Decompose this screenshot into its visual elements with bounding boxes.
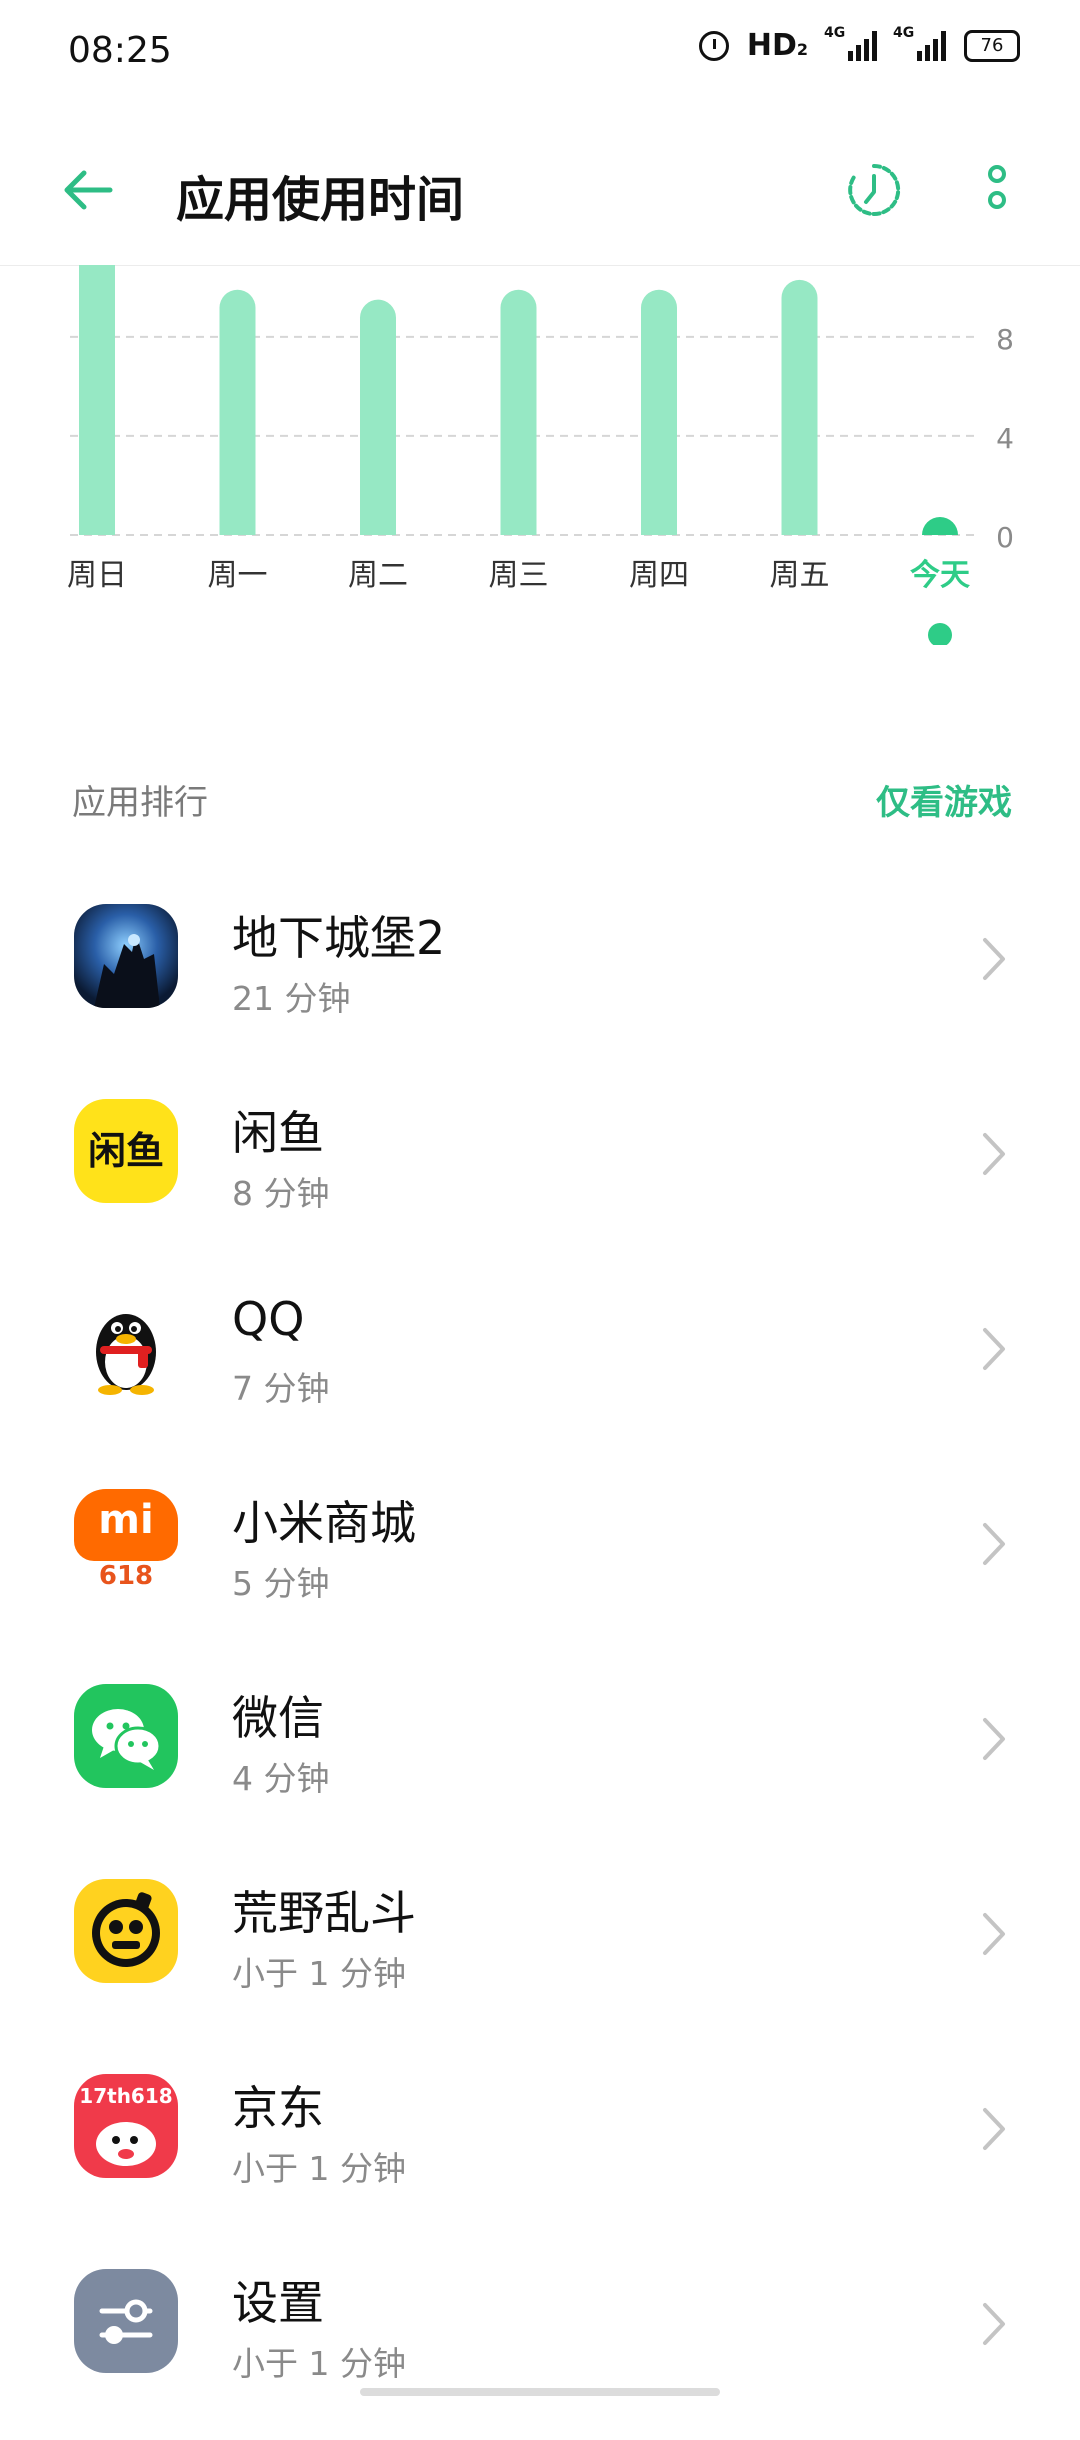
wechat-icon (74, 1684, 178, 1788)
chevron-right-icon (983, 938, 1005, 980)
home-indicator[interactable] (360, 2388, 720, 2396)
status-icons: HD2 4G 4G 76 (698, 25, 1020, 63)
app-name: 闲鱼 (232, 1106, 324, 1160)
list-item[interactable]: mi 618 小米商城 5 分钟 (0, 1465, 1080, 1660)
chevron-right-icon (983, 1913, 1005, 1955)
y-tick-label: 8 (996, 323, 1014, 356)
x-tick-label[interactable]: 周四 (629, 558, 689, 593)
status-bar: 08:25 HD2 4G 4G 76 (0, 0, 1080, 110)
app-duration: 小于 1 分钟 (232, 1954, 406, 1993)
x-tick-label[interactable]: 周三 (489, 558, 549, 593)
app-duration: 8 分钟 (232, 1174, 330, 1213)
chart-bar-2[interactable] (360, 299, 396, 535)
chevron-right-icon (983, 2108, 1005, 2150)
page-title: 应用使用时间 (176, 172, 465, 228)
app-duration: 小于 1 分钟 (232, 2149, 406, 2188)
usage-chart: 8 4 0 周日 周一 周二 周三 周四 周五 今天 (0, 265, 1080, 645)
list-item[interactable]: 闲鱼 闲鱼 8 分钟 (0, 1075, 1080, 1270)
app-name: QQ (232, 1292, 305, 1346)
qq-penguin-icon (74, 1294, 178, 1398)
list-item[interactable]: 设置 小于 1 分钟 (0, 2245, 1080, 2440)
app-name: 微信 (232, 1691, 324, 1745)
chevron-right-icon (983, 2303, 1005, 2345)
list-item[interactable]: 荒野乱斗 小于 1 分钟 (0, 1855, 1080, 2050)
chart-bar-0[interactable] (79, 265, 115, 535)
games-only-button[interactable]: 仅看游戏 (876, 775, 1012, 824)
arrow-left-icon[interactable] (58, 160, 118, 220)
x-tick-label[interactable]: 今天 (910, 558, 970, 593)
dungeon-castle-icon (74, 904, 178, 1008)
jd-icon: 17th618 (74, 2074, 178, 2178)
chart-bar-6[interactable] (922, 517, 958, 535)
app-duration: 5 分钟 (232, 1564, 330, 1603)
app-name: 京东 (232, 2081, 324, 2135)
usage-bar-chart: 8 4 0 周日 周一 周二 周三 周四 周五 今天 (67, 265, 1014, 645)
more-vertical-icon[interactable] (982, 162, 1012, 222)
app-duration: 7 分钟 (232, 1369, 330, 1408)
settings-icon (74, 2269, 178, 2373)
chart-bar-4[interactable] (641, 289, 677, 535)
app-header: 应用使用时间 (0, 110, 1080, 266)
x-tick-label[interactable]: 周一 (208, 558, 268, 593)
chevron-right-icon (983, 1328, 1005, 1370)
section-label: 应用排行 (72, 783, 208, 823)
x-tick-label[interactable]: 周五 (770, 558, 830, 593)
y-tick-label: 4 (996, 422, 1014, 455)
clock-history-icon[interactable] (846, 162, 902, 218)
chevron-right-icon (983, 1133, 1005, 1175)
chevron-right-icon (983, 1523, 1005, 1565)
xianyu-icon: 闲鱼 (74, 1099, 178, 1203)
battery-icon: 76 (964, 29, 1020, 62)
x-tick-label[interactable]: 周二 (348, 558, 408, 593)
mi-store-icon: mi 618 (74, 1489, 178, 1593)
alarm-icon (698, 30, 729, 61)
app-name: 荒野乱斗 (232, 1886, 416, 1940)
signal-icon-1: 4G (824, 25, 877, 61)
app-name: 地下城堡2 (232, 911, 446, 965)
hd-icon: HD2 (746, 28, 808, 63)
app-duration: 4 分钟 (232, 1759, 330, 1798)
status-time: 08:25 (68, 30, 172, 71)
signal-icon-2: 4G (893, 25, 946, 61)
chart-bar-5[interactable] (781, 279, 818, 535)
app-name: 设置 (232, 2276, 324, 2330)
brawl-stars-icon (74, 1879, 178, 1983)
selected-day-indicator (928, 623, 952, 645)
y-tick-label: 0 (996, 521, 1014, 554)
section-header: 应用排行 仅看游戏 (72, 775, 1012, 825)
chart-bar-1[interactable] (219, 289, 256, 535)
list-item[interactable]: 地下城堡2 21 分钟 (0, 880, 1080, 1075)
x-tick-label[interactable]: 周日 (67, 558, 127, 593)
list-item[interactable]: QQ 7 分钟 (0, 1270, 1080, 1465)
list-item[interactable]: 17th618 京东 小于 1 分钟 (0, 2050, 1080, 2245)
app-duration: 21 分钟 (232, 979, 351, 1018)
app-duration: 小于 1 分钟 (232, 2344, 406, 2383)
list-item[interactable]: 微信 4 分钟 (0, 1660, 1080, 1855)
chart-bar-3[interactable] (500, 289, 537, 535)
chevron-right-icon (983, 1718, 1005, 1760)
app-name: 小米商城 (232, 1496, 416, 1550)
